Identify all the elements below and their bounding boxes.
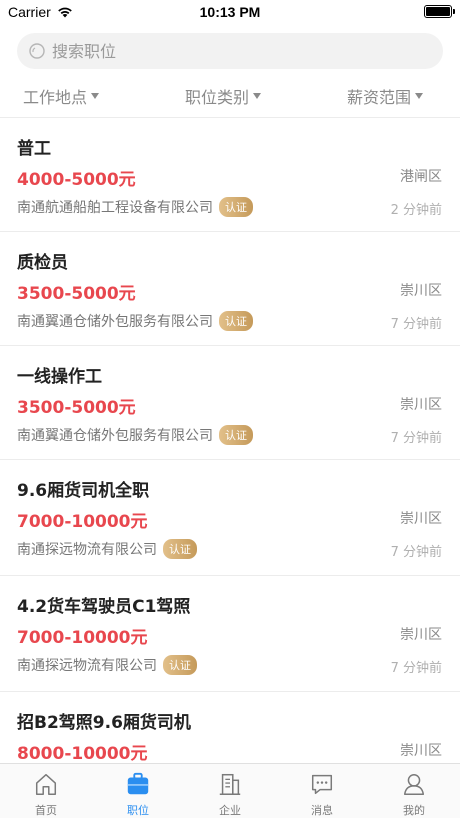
job-salary: 4000-5000元 — [17, 170, 136, 190]
job-card[interactable]: 9.6厢货司机全职 7000-10000元 崇川区 南通探远物流有限公司 认证 … — [0, 460, 460, 576]
job-list[interactable]: 普工 4000-5000元 港闸区 南通航通船舶工程设备有限公司 认证 2 分钟… — [0, 118, 460, 763]
job-title: 4.2货车驾驶员C1驾照 — [17, 597, 191, 617]
filter-category[interactable]: 职位类别 — [185, 84, 262, 108]
job-card[interactable]: 招B2驾照9.6厢货司机 8000-10000元 崇川区 — [0, 692, 460, 763]
tab-label: 消息 — [311, 804, 333, 817]
briefcase-icon — [127, 772, 149, 795]
search-input[interactable] — [52, 41, 412, 61]
job-salary: 8000-10000元 — [17, 744, 148, 763]
job-district: 崇川区 — [400, 743, 442, 759]
job-title: 招B2驾照9.6厢货司机 — [17, 713, 191, 733]
status-bar: Carrier 10:13 PM — [0, 0, 460, 24]
job-salary: 7000-10000元 — [17, 512, 148, 532]
message-icon — [311, 774, 333, 795]
search-bar[interactable] — [17, 33, 443, 69]
tab-home[interactable]: 首页 — [0, 764, 92, 818]
filter-salary-label: 薪资范围 — [347, 88, 412, 107]
job-title: 9.6厢货司机全职 — [17, 481, 150, 501]
battery-icon — [424, 5, 455, 18]
job-district: 崇川区 — [400, 283, 442, 299]
job-district: 崇川区 — [400, 397, 442, 413]
status-time: 10:13 PM — [199, 4, 261, 20]
filter-location-label: 工作地点 — [23, 88, 88, 107]
cert-badge: 认证 — [219, 425, 253, 445]
job-time: 7 分钟前 — [390, 661, 442, 676]
job-district: 崇川区 — [400, 627, 442, 643]
job-company-row: 南通翼通仓储外包服务有限公司 认证 — [17, 311, 253, 331]
tab-companies[interactable]: 企业 — [184, 764, 276, 818]
job-company: 南通翼通仓储外包服务有限公司 — [17, 428, 213, 444]
job-company-row: 南通翼通仓储外包服务有限公司 认证 — [17, 425, 253, 445]
job-card[interactable]: 普工 4000-5000元 港闸区 南通航通船舶工程设备有限公司 认证 2 分钟… — [0, 118, 460, 232]
job-time: 2 分钟前 — [390, 203, 442, 218]
job-title: 普工 — [17, 139, 51, 159]
job-company-row: 南通航通船舶工程设备有限公司 认证 — [17, 197, 253, 217]
battery-level — [426, 7, 450, 16]
job-card[interactable]: 质检员 3500-5000元 崇川区 南通翼通仓储外包服务有限公司 认证 7 分… — [0, 232, 460, 346]
caret-down-icon — [253, 93, 262, 99]
tab-bar: 首页 职位 企业 消息 我的 — [0, 763, 460, 818]
cert-badge: 认证 — [219, 197, 253, 217]
job-district: 港闸区 — [400, 169, 442, 185]
job-title: 质检员 — [17, 253, 68, 273]
job-company-row: 南通探远物流有限公司 认证 — [17, 655, 197, 675]
caret-down-icon — [415, 93, 424, 99]
filter-category-label: 职位类别 — [185, 88, 250, 107]
search-icon — [29, 42, 45, 59]
job-card[interactable]: 4.2货车驾驶员C1驾照 7000-10000元 崇川区 南通探远物流有限公司 … — [0, 576, 460, 692]
job-card[interactable]: 一线操作工 3500-5000元 崇川区 南通翼通仓储外包服务有限公司 认证 7… — [0, 346, 460, 460]
job-company: 南通翼通仓储外包服务有限公司 — [17, 314, 213, 330]
job-time: 7 分钟前 — [390, 545, 442, 560]
job-salary: 7000-10000元 — [17, 628, 148, 648]
job-time: 7 分钟前 — [390, 431, 442, 446]
tab-label: 企业 — [219, 804, 241, 817]
caret-down-icon — [91, 93, 100, 99]
job-company: 南通探远物流有限公司 — [17, 542, 157, 558]
tab-label: 职位 — [127, 804, 149, 817]
building-icon — [219, 773, 241, 795]
filter-location[interactable]: 工作地点 — [23, 84, 100, 108]
filter-salary[interactable]: 薪资范围 — [347, 84, 424, 108]
cert-badge: 认证 — [163, 655, 197, 675]
job-company-row: 南通探远物流有限公司 认证 — [17, 539, 197, 559]
user-icon — [403, 773, 425, 795]
job-title: 一线操作工 — [17, 367, 102, 387]
tab-label: 我的 — [403, 804, 425, 817]
tab-profile[interactable]: 我的 — [368, 764, 460, 818]
job-district: 崇川区 — [400, 511, 442, 527]
job-salary: 3500-5000元 — [17, 398, 136, 418]
job-company: 南通航通船舶工程设备有限公司 — [17, 200, 213, 216]
tab-label: 首页 — [35, 804, 57, 817]
cert-badge: 认证 — [163, 539, 197, 559]
tab-jobs[interactable]: 职位 — [92, 764, 184, 818]
job-time: 7 分钟前 — [390, 317, 442, 332]
filter-row: 工作地点 职位类别 薪资范围 — [0, 84, 460, 110]
cert-badge: 认证 — [219, 311, 253, 331]
job-company: 南通探远物流有限公司 — [17, 658, 157, 674]
tab-messages[interactable]: 消息 — [276, 764, 368, 818]
home-icon — [35, 773, 57, 795]
job-salary: 3500-5000元 — [17, 284, 136, 304]
